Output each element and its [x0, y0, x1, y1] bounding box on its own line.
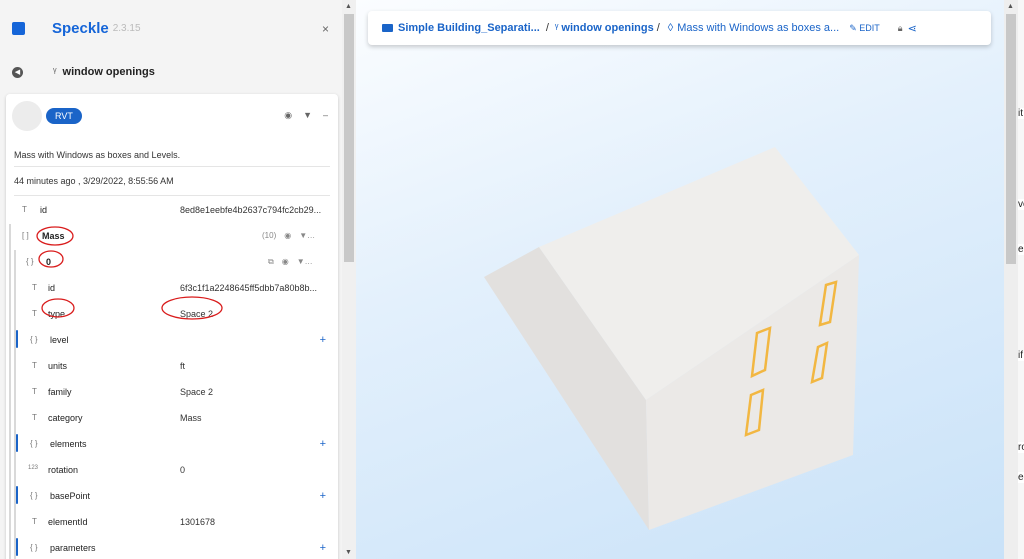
scroll-thumb[interactable]	[344, 14, 354, 262]
back-arrow-icon[interactable]: ◀	[12, 66, 23, 78]
3d-viewer[interactable]: Simple Building_Separati... / ᵞ window o…	[356, 0, 1004, 559]
app-window: Speckle 2.3.15 × ◀ ᵞ window openings RVT…	[0, 0, 1024, 559]
clipped-text: e	[1018, 244, 1024, 255]
annotation-circle-0	[38, 250, 64, 268]
breadcrumb-commit[interactable]: Mass with Windows as boxes a...	[677, 22, 839, 34]
branch-icon: ᵞ	[554, 22, 559, 34]
lock-icon: 🔒︎	[897, 22, 903, 33]
annotation-circle-mass	[36, 226, 74, 246]
building-model[interactable]	[356, 0, 1004, 559]
clipped-text: if	[1018, 350, 1024, 361]
adjacent-window-strip: ▲ it ve e if ro ed	[1004, 0, 1024, 559]
clipped-text: ro	[1018, 442, 1024, 453]
sidebar: Speckle 2.3.15 × ◀ ᵞ window openings RVT…	[0, 0, 342, 559]
pencil-icon: ✎	[849, 22, 857, 33]
breadcrumb-separator: /	[656, 22, 660, 34]
scroll-up-icon[interactable]: ▲	[1007, 3, 1014, 10]
annotation-circle-type	[41, 298, 75, 318]
edit-button[interactable]: ✎ EDIT	[849, 23, 880, 34]
share-icon[interactable]: ⋖	[908, 22, 917, 35]
speckle-logo-icon	[12, 21, 25, 35]
breadcrumb-separator: /	[545, 22, 549, 34]
sidebar-header: Speckle 2.3.15	[0, 0, 342, 56]
clipped-text: it	[1018, 108, 1024, 119]
edit-label: EDIT	[859, 22, 880, 33]
folder-icon	[382, 24, 393, 32]
scroll-up-icon[interactable]: ▲	[345, 3, 352, 10]
annotation-circle-space2	[161, 296, 223, 320]
clipped-text: ve	[1018, 199, 1024, 210]
clipped-text: ed	[1018, 472, 1024, 483]
branch-icon: ᵞ	[53, 66, 57, 78]
commit-card: RVT ◉ ▼ – Mass with Windows as boxes and…	[6, 94, 338, 559]
breadcrumb-stream[interactable]: Simple Building_Separati...	[398, 22, 540, 34]
annotation-overlay	[36, 226, 223, 320]
close-icon[interactable]: ×	[322, 22, 329, 36]
viewer-breadcrumb: Simple Building_Separati... / ᵞ window o…	[368, 11, 991, 45]
viewer-scrollbar[interactable]: ▲	[1004, 0, 1018, 559]
brand-name: Speckle	[52, 19, 109, 37]
branch-row: ◀ ᵞ window openings	[0, 56, 342, 88]
version-label: 2.3.15	[112, 22, 141, 34]
commit-icon: ◊	[667, 22, 674, 34]
breadcrumb-branch[interactable]: window openings	[561, 22, 653, 34]
sidebar-scrollbar[interactable]: ▲ ▼	[342, 0, 356, 559]
scroll-thumb[interactable]	[1006, 14, 1016, 264]
scroll-down-icon[interactable]: ▼	[345, 549, 352, 556]
branch-name: window openings	[62, 66, 155, 78]
